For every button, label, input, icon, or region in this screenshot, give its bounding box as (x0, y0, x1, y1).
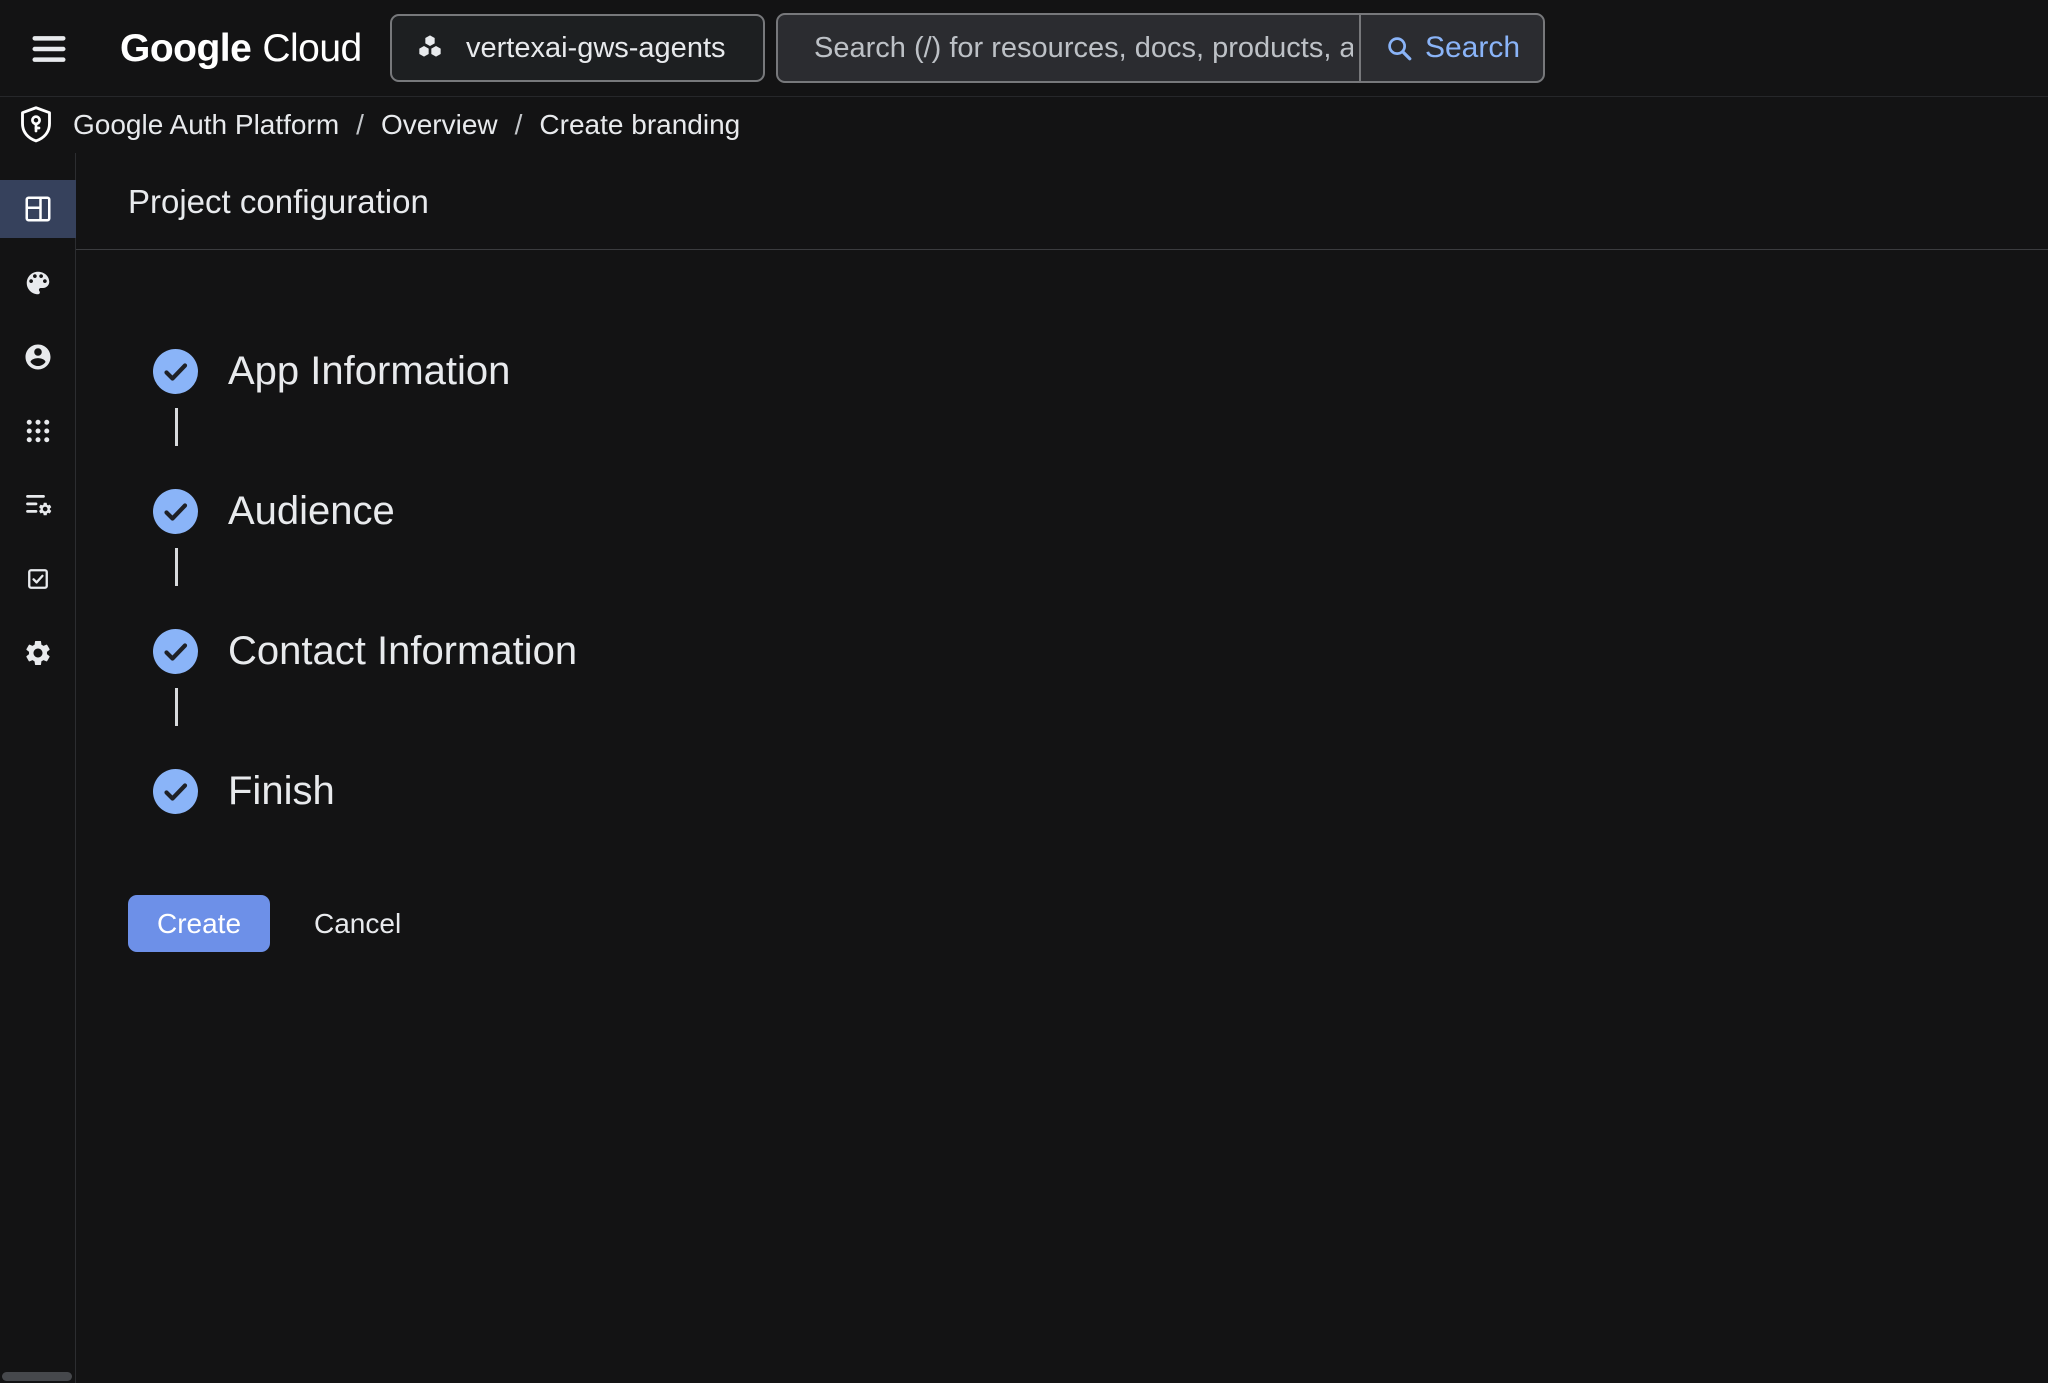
step-connector (175, 688, 178, 726)
search-submit-button[interactable]: Search (1359, 15, 1543, 81)
breadcrumb: Google Auth Platform / Overview / Create… (0, 97, 2048, 153)
list-settings-icon (23, 490, 53, 520)
sidebar-item-clients[interactable] (0, 402, 76, 460)
logo-google-text: Google (120, 27, 251, 71)
sidebar-item-audience[interactable] (0, 328, 76, 386)
sidebar-item-data-access[interactable] (0, 476, 76, 534)
step-label: Finish (228, 769, 335, 814)
breadcrumb-item-overview[interactable]: Overview (381, 109, 498, 141)
project-name-label: vertexai-gws-agents (466, 32, 726, 65)
breadcrumb-separator: / (515, 109, 523, 141)
google-cloud-logo[interactable]: Google Cloud (120, 0, 362, 97)
step-connector (175, 408, 178, 446)
sidebar-item-branding[interactable] (0, 254, 76, 312)
search-icon (1384, 33, 1414, 63)
breadcrumb-item-create-branding: Create branding (539, 109, 740, 141)
step-finish[interactable]: Finish (153, 768, 335, 814)
sidebar-item-verification[interactable] (0, 550, 76, 608)
breadcrumb-separator: / (356, 109, 364, 141)
project-selector-button[interactable]: vertexai-gws-agents (390, 14, 765, 82)
title-divider (76, 249, 2048, 250)
create-button[interactable]: Create (128, 895, 270, 952)
breadcrumb-item-auth-platform[interactable]: Google Auth Platform (73, 109, 339, 141)
step-connector (175, 548, 178, 586)
auth-platform-shield-key-icon (18, 105, 54, 145)
search-bar: Search (776, 13, 1545, 83)
top-app-bar: Google Cloud vertexai-gws-agents (0, 0, 2048, 97)
left-nav-sidebar (0, 153, 76, 1383)
sidebar-scrollbar-thumb[interactable] (2, 1372, 72, 1381)
project-hexagons-icon (414, 32, 446, 64)
cancel-button[interactable]: Cancel (300, 895, 415, 952)
account-icon (23, 342, 53, 372)
hamburger-menu-button[interactable] (22, 22, 76, 76)
step-audience[interactable]: Audience (153, 488, 395, 534)
step-contact-information[interactable]: Contact Information (153, 628, 577, 674)
step-label: Audience (228, 489, 395, 534)
apps-grid-icon (23, 416, 53, 446)
settings-icon (23, 638, 53, 668)
step-completed-check-icon (153, 769, 198, 814)
page-title: Project configuration (128, 183, 429, 221)
step-completed-check-icon (153, 349, 198, 394)
checkbox-icon (24, 565, 52, 593)
hamburger-icon (27, 27, 71, 71)
sidebar-item-overview[interactable] (0, 180, 76, 238)
search-button-label: Search (1425, 31, 1520, 65)
gcp-console-screen: Google Cloud vertexai-gws-agents (0, 0, 2048, 1383)
logo-cloud-text: Cloud (262, 27, 361, 71)
palette-icon (23, 268, 53, 298)
step-completed-check-icon (153, 629, 198, 674)
step-label: Contact Information (228, 629, 577, 674)
dashboard-icon (23, 194, 53, 224)
search-input[interactable] (778, 15, 1359, 81)
step-completed-check-icon (153, 489, 198, 534)
step-label: App Information (228, 349, 510, 394)
step-app-information[interactable]: App Information (153, 348, 510, 394)
sidebar-item-settings[interactable] (0, 624, 76, 682)
